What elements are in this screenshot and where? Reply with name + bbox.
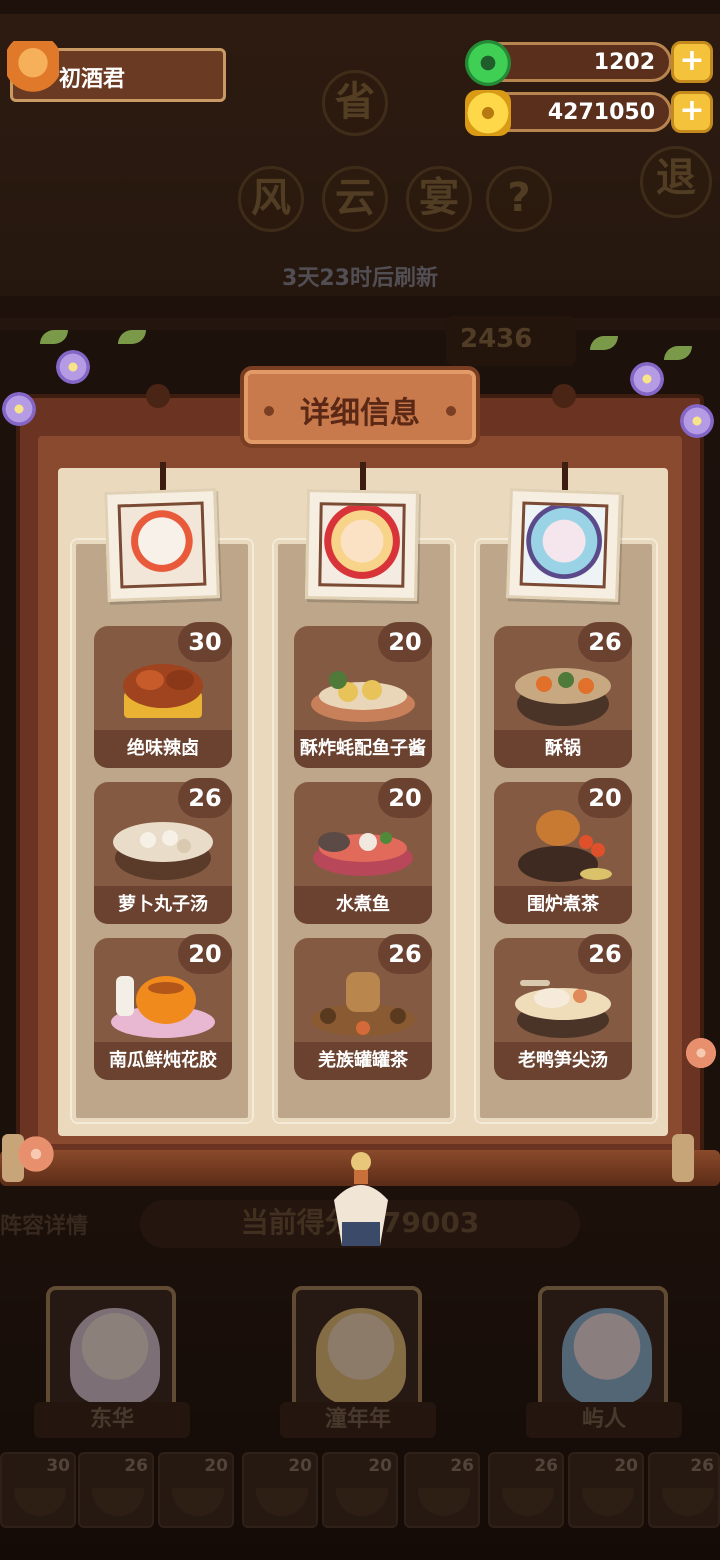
coin-counter: 4271050 +: [465, 90, 713, 136]
dish-card[interactable]: 20 酥炸蚝配鱼子酱: [294, 622, 432, 768]
dish-card[interactable]: 30 绝味辣卤: [94, 622, 232, 768]
dish-name: 南瓜鲜炖花胶: [94, 1042, 232, 1080]
dish-card[interactable]: 20 围炉煮茶: [494, 778, 632, 924]
dish-score: 26: [378, 934, 432, 974]
blossom-icon: [684, 1036, 718, 1070]
dish-score: 26: [178, 778, 232, 818]
dish-card[interactable]: 26 萝卜丸子汤: [94, 778, 232, 924]
dish-score: 20: [378, 622, 432, 662]
dish-score: 26: [578, 934, 632, 974]
player-name: 初酒君: [59, 67, 126, 92]
dish-name: 萝卜丸子汤: [94, 886, 232, 924]
dish-card[interactable]: 26 老鸭笋尖汤: [494, 934, 632, 1080]
player-avatar-icon: [7, 41, 59, 103]
character-portrait: [318, 502, 406, 588]
dish-name: 酥炸蚝配鱼子酱: [294, 730, 432, 768]
flower-icon: [56, 350, 90, 384]
dish-score: 20: [578, 778, 632, 818]
tassel-ornament-icon: [326, 1150, 396, 1250]
portrait-pin: [160, 462, 166, 492]
dish-name: 羌族罐罐茶: [294, 1042, 432, 1080]
character-portrait-card[interactable]: [104, 488, 220, 602]
portrait-pin: [562, 462, 568, 492]
dish-score: 30: [178, 622, 232, 662]
dish-score: 26: [578, 622, 632, 662]
dish-name: 水煮鱼: [294, 886, 432, 924]
coin-value: 4271050: [547, 100, 655, 125]
character-portrait-card[interactable]: [506, 488, 622, 602]
plaque-dot: [446, 406, 456, 416]
jade-value: 1202: [593, 50, 655, 75]
jade-icon: [465, 40, 511, 86]
jade-counter: 1202 +: [465, 40, 713, 86]
player-name-plate[interactable]: 初酒君: [7, 41, 226, 103]
dish-card[interactable]: 26 羌族罐罐茶: [294, 934, 432, 1080]
dish-name: 老鸭笋尖汤: [494, 1042, 632, 1080]
flower-icon: [2, 392, 36, 426]
dish-card[interactable]: 20 南瓜鲜炖花胶: [94, 934, 232, 1080]
dish-score: 20: [178, 934, 232, 974]
rope-knot-icon: [552, 384, 576, 408]
portrait-pin: [360, 462, 366, 492]
panel-title: 详细信息: [300, 396, 420, 431]
coin-icon: [465, 90, 511, 136]
flower-icon: [680, 404, 714, 438]
character-portrait: [117, 501, 207, 589]
character-portrait-card[interactable]: [305, 489, 419, 601]
flower-icon: [630, 362, 664, 396]
scroll-rod-cap: [672, 1134, 694, 1182]
rope-knot-icon: [146, 384, 170, 408]
character-portrait: [519, 501, 609, 589]
add-coin-button[interactable]: +: [671, 91, 713, 133]
dish-name: 绝味辣卤: [94, 730, 232, 768]
add-jade-button[interactable]: +: [671, 41, 713, 83]
dish-name: 酥锅: [494, 730, 632, 768]
dish-name: 围炉煮茶: [494, 886, 632, 924]
dish-card[interactable]: 26 酥锅: [494, 622, 632, 768]
blossom-icon: [16, 1134, 56, 1174]
dish-score: 20: [378, 778, 432, 818]
panel-title-plaque: 详细信息: [240, 366, 480, 448]
dish-card[interactable]: 20 水煮鱼: [294, 778, 432, 924]
